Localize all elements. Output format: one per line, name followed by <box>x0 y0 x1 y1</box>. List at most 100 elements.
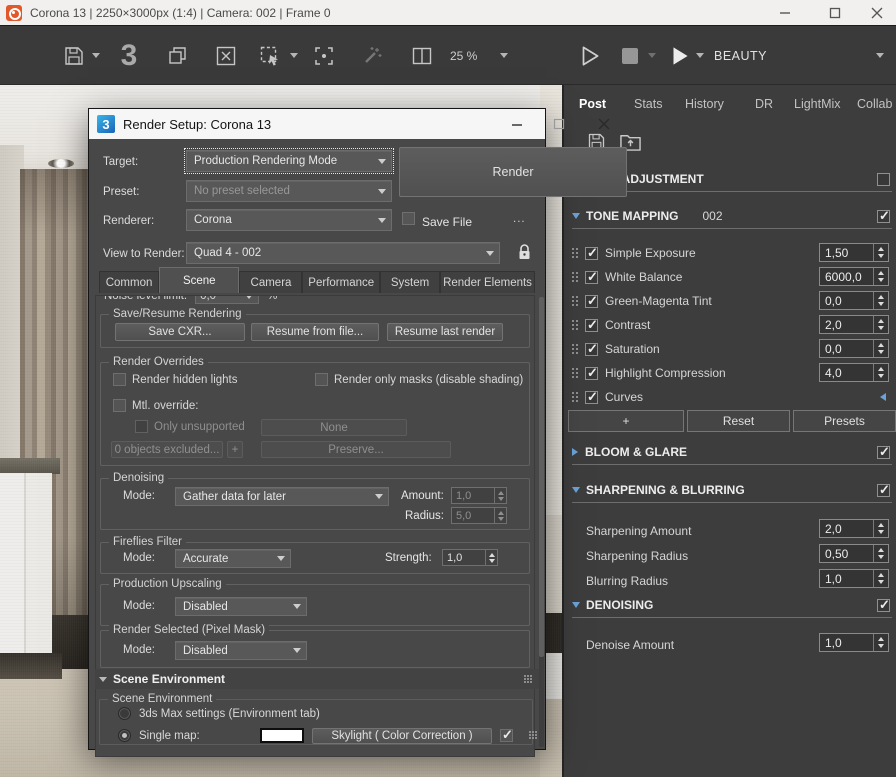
presets-button[interactable]: Presets <box>793 410 896 432</box>
render-button[interactable]: Render <box>399 147 627 197</box>
spinner-icon[interactable] <box>873 268 888 285</box>
dialog-close-button[interactable] <box>587 109 621 139</box>
white-balance-field[interactable]: 6000,0 <box>819 267 889 286</box>
spinner-icon[interactable] <box>873 634 888 651</box>
contrast-checkbox[interactable] <box>585 317 598 333</box>
close-button[interactable] <box>860 0 894 25</box>
render-options-caret-icon[interactable] <box>696 53 704 58</box>
drag-handle-icon[interactable] <box>572 391 580 403</box>
tab-dr[interactable]: DR <box>755 93 773 115</box>
drag-handle-icon[interactable] <box>572 295 580 307</box>
denoising-mode-dropdown[interactable]: Gather data for later <box>175 487 389 506</box>
dialog-scrollbar[interactable] <box>539 297 544 747</box>
channel-selector[interactable]: BEAUTY <box>714 47 767 65</box>
green-magenta-field[interactable]: 0,0 <box>819 291 889 310</box>
drag-handle-icon[interactable] <box>572 343 580 355</box>
target-dropdown[interactable]: Production Rendering Mode <box>184 148 394 174</box>
env-single-map-radio[interactable] <box>118 729 131 742</box>
denoising-radius-field[interactable]: 5,0 <box>451 507 507 524</box>
save-cxr-button[interactable]: Save CXR... <box>115 323 245 341</box>
blurring-radius-field[interactable]: 1,0 <box>819 569 889 588</box>
override-material-none-button[interactable]: None <box>261 419 407 436</box>
noise-level-field[interactable]: 0,0 <box>195 296 260 304</box>
bloom-glare-checkbox[interactable] <box>877 444 890 460</box>
dialog-titlebar[interactable]: 3 Render Setup: Corona 13 <box>89 109 610 139</box>
reset-button[interactable]: Reset <box>687 410 790 432</box>
spinner-icon[interactable] <box>873 364 888 381</box>
green-magenta-checkbox[interactable] <box>585 293 598 309</box>
clear-image-button[interactable] <box>212 42 240 70</box>
denoise-amount-field[interactable]: 1,0 <box>819 633 889 652</box>
fireflies-mode-dropdown[interactable]: Accurate <box>175 549 291 568</box>
channel-caret-icon[interactable] <box>876 53 884 58</box>
lightmix-wand-button-disabled[interactable] <box>358 42 386 70</box>
spinner-icon[interactable] <box>494 508 506 523</box>
fireflies-strength-field[interactable]: 1,0 <box>442 549 498 566</box>
drag-handle-icon[interactable] <box>572 271 580 283</box>
spinner-icon[interactable] <box>873 244 888 261</box>
only-unsupported-checkbox[interactable] <box>135 420 148 433</box>
objects-excluded-button[interactable]: 0 objects excluded... <box>111 441 223 458</box>
view-to-render-dropdown[interactable]: Quad 4 - 002 <box>186 242 500 264</box>
preserve-button[interactable]: Preserve... <box>261 441 451 458</box>
stop-render-button[interactable] <box>620 46 640 66</box>
dialog-resize-grip-icon[interactable] <box>529 731 538 740</box>
contrast-field[interactable]: 2,0 <box>819 315 889 334</box>
pixel-inspect-button[interactable] <box>310 42 338 70</box>
drag-handle-icon[interactable] <box>572 367 580 379</box>
maximize-button[interactable] <box>818 0 852 25</box>
tab-performance[interactable]: Performance <box>302 271 380 293</box>
collapse-arrow-icon[interactable] <box>572 487 580 493</box>
tab-history[interactable]: History <box>685 93 724 115</box>
render-hidden-lights-checkbox[interactable] <box>113 373 126 386</box>
tab-collab[interactable]: Collab <box>857 93 892 115</box>
simple-exposure-checkbox[interactable] <box>585 245 598 261</box>
save-file-more-button[interactable]: ... <box>513 213 526 225</box>
spinner-icon[interactable] <box>873 545 888 562</box>
save-options-caret-icon[interactable] <box>92 53 100 58</box>
spinner-icon[interactable] <box>873 340 888 357</box>
denoising-checkbox[interactable] <box>877 597 890 613</box>
highlight-compression-checkbox[interactable] <box>585 365 598 381</box>
render-only-masks-checkbox[interactable] <box>315 373 328 386</box>
zoom-caret-icon[interactable] <box>500 53 508 58</box>
mtl-override-checkbox[interactable] <box>113 399 126 412</box>
save-image-button[interactable] <box>60 42 88 70</box>
sharpening-radius-field[interactable]: 0,50 <box>819 544 889 563</box>
add-excluded-button[interactable]: + <box>227 441 243 458</box>
drag-handle-icon[interactable] <box>572 319 580 331</box>
simple-exposure-field[interactable]: 1,50 <box>819 243 889 262</box>
preset-dropdown[interactable]: No preset selected <box>186 180 392 202</box>
collapse-arrow-icon[interactable] <box>572 602 580 608</box>
tab-camera[interactable]: Camera <box>239 271 303 293</box>
sharpening-checkbox[interactable] <box>877 482 890 498</box>
auto-adjustment-checkbox[interactable] <box>877 172 890 186</box>
spinner-icon[interactable] <box>485 550 497 565</box>
environment-color-swatch[interactable] <box>260 728 304 743</box>
zoom-level-control[interactable]: 25 % <box>450 47 477 65</box>
highlight-compression-field[interactable]: 4,0 <box>819 363 889 382</box>
spinner-icon[interactable] <box>873 570 888 587</box>
collapse-arrow-icon[interactable] <box>572 213 580 219</box>
lock-view-button[interactable] <box>513 239 535 265</box>
stop-options-caret-icon[interactable] <box>648 53 656 58</box>
upscaling-mode-dropdown[interactable]: Disabled <box>175 597 307 616</box>
scrollbar-thumb[interactable] <box>539 297 544 657</box>
duplicate-to-history-button[interactable] <box>164 42 192 70</box>
render-selected-mode-dropdown[interactable]: Disabled <box>175 641 307 660</box>
tone-mapping-checkbox[interactable] <box>877 208 890 224</box>
expand-arrow-icon[interactable] <box>572 448 578 456</box>
resume-from-file-button[interactable]: Resume from file... <box>251 323 379 341</box>
region-render-button[interactable] <box>256 42 284 70</box>
minimize-button[interactable] <box>768 0 802 25</box>
spinner-icon[interactable] <box>873 292 888 309</box>
rollout-grip-icon[interactable] <box>524 674 533 684</box>
tab-system[interactable]: System <box>379 271 441 293</box>
curves-checkbox[interactable] <box>585 389 598 405</box>
spinner-icon[interactable] <box>494 488 506 503</box>
sharpening-amount-field[interactable]: 2,0 <box>819 519 889 538</box>
save-file-checkbox[interactable] <box>402 212 415 225</box>
curves-expand-arrow-icon[interactable] <box>880 393 886 401</box>
tab-scene[interactable]: Scene <box>159 267 240 293</box>
dialog-maximize-button[interactable] <box>539 109 579 139</box>
